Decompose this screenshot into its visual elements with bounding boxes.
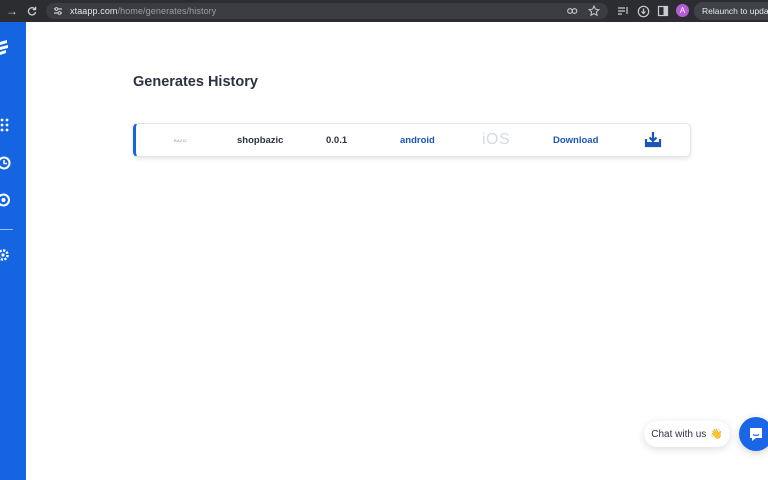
forward-icon[interactable]: →	[4, 3, 20, 19]
chat-bubble-icon	[750, 428, 762, 441]
wave-emoji-icon: 👋	[710, 428, 723, 440]
app-version: 0.0.1	[326, 134, 348, 146]
site-info-icon[interactable]	[52, 5, 64, 17]
apps-grid-icon[interactable]	[0, 117, 16, 133]
settings-gear-icon[interactable]	[0, 247, 16, 263]
chat-label: Chat with us	[651, 428, 707, 440]
reading-list-icon[interactable]	[616, 4, 630, 18]
reload-icon[interactable]	[24, 3, 40, 19]
download-progress-icon[interactable]	[636, 4, 650, 18]
download-icon	[644, 132, 662, 148]
url-text: xtaapp.com/home/generates/history	[70, 6, 217, 16]
chat-launcher-button[interactable]	[739, 417, 768, 451]
bookmark-star-icon[interactable]	[588, 5, 600, 17]
ios-platform-label: iOS	[482, 131, 511, 148]
download-link[interactable]: Download	[553, 124, 598, 156]
side-panel-icon[interactable]	[656, 4, 670, 18]
app-name: shopbazic	[237, 134, 284, 146]
page-title: Generates History	[133, 74, 258, 90]
history-icon[interactable]	[0, 155, 16, 171]
chat-with-us-pill[interactable]: Chat with us 👋	[644, 421, 730, 447]
browser-toolbar: → xtaapp.com/home/generates/history A Re…	[0, 0, 768, 22]
download-button[interactable]	[644, 124, 662, 156]
brand-logo-icon[interactable]	[0, 39, 16, 55]
address-bar[interactable]: xtaapp.com/home/generates/history	[46, 3, 608, 19]
history-row: BAZIC shopbazic 0.0.1 android iOS Downlo…	[133, 123, 691, 157]
sidebar-divider	[0, 229, 13, 230]
profile-avatar[interactable]: A	[676, 4, 689, 17]
android-platform-link[interactable]: android	[400, 124, 435, 156]
sidebar	[0, 22, 26, 480]
relaunch-button[interactable]: Relaunch to update	[694, 2, 768, 20]
app-logo: BAZIC	[174, 137, 188, 143]
support-icon[interactable]	[0, 192, 16, 208]
password-key-icon[interactable]	[566, 5, 578, 17]
